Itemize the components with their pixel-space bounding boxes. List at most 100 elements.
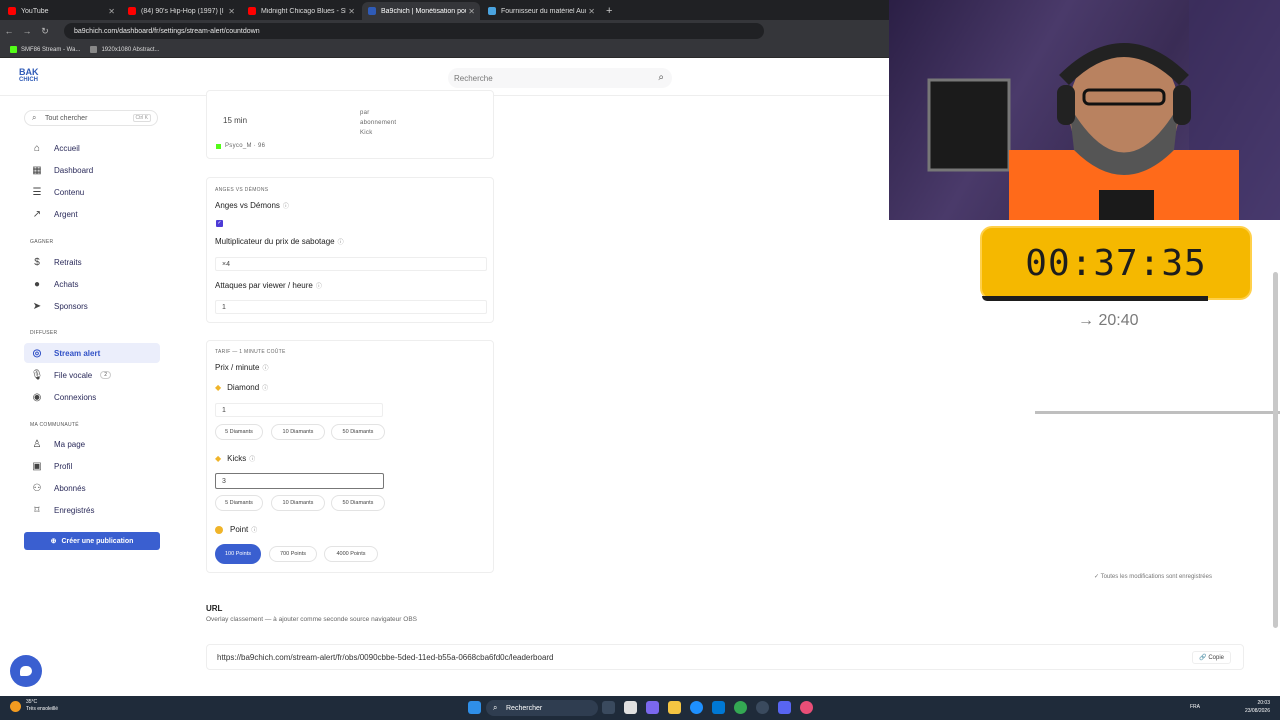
link-icon: 🔗	[1199, 654, 1209, 661]
close-icon[interactable]: ✕	[348, 7, 355, 16]
overlay-divider	[1035, 411, 1280, 414]
widgets-icon[interactable]	[624, 701, 637, 714]
taskbar-search[interactable]: ⌕ Rechercher	[486, 700, 598, 716]
browser-tab-blues[interactable]: Midnight Chicago Blues - Slow✕	[242, 2, 360, 20]
countdown-timer: 00:37:35	[980, 226, 1252, 300]
sidebar-item-profil[interactable]: ▣ Profil	[24, 456, 160, 476]
section-title: TARIF — 1 MINUTE COÛTE	[215, 349, 286, 355]
info-icon[interactable]: ⓘ	[283, 201, 289, 210]
shortcut-hint: Ctrl K	[132, 114, 151, 122]
anges-demons-card: ANGES VS DÉMONS Anges vs Démons ⓘ ✓ Multi…	[206, 177, 494, 323]
forward-icon[interactable]: →	[18, 26, 36, 36]
sidebar-item-sponsors[interactable]: ➤ Sponsors	[24, 296, 160, 316]
multiplier-input[interactable]: ×4	[215, 257, 487, 271]
browser-tab-hiphop[interactable]: (84) 90's Hip-Hop (1997) [I ✕	[122, 2, 240, 20]
sidebar-item-file-vocale[interactable]: 🎙 File vocale 2	[24, 365, 160, 385]
task-view-icon[interactable]	[602, 701, 615, 714]
webcam-overlay	[889, 0, 1280, 220]
url-field[interactable]: ba9chich.com/dashboard/fr/settings/strea…	[64, 23, 764, 39]
sidebar-item-argent[interactable]: ↗ Argent	[24, 204, 160, 224]
sidebar-item-ma-page[interactable]: ♙ Ma page	[24, 434, 160, 454]
close-icon[interactable]: ✕	[588, 7, 595, 16]
info-icon[interactable]: ⓘ	[251, 525, 257, 534]
youtube-icon	[8, 7, 16, 15]
point-chip-100[interactable]: 100 Points	[215, 544, 261, 564]
diamond-chip-50[interactable]: 50 Diamants	[331, 424, 385, 440]
overlay-url-field[interactable]: https://ba9chich.com/stream-alert/fr/obs…	[206, 644, 1244, 670]
sidebar-item-connexions[interactable]: ◉ Connexions	[24, 387, 160, 407]
language-indicator[interactable]: FRA	[1190, 704, 1200, 710]
edge-icon[interactable]	[690, 701, 703, 714]
sidebar-item-achats[interactable]: ● Achats	[24, 274, 160, 294]
sidebar-item-accueil[interactable]: ⌂ Accueil	[24, 138, 160, 158]
time-input[interactable]: 15 min	[217, 113, 357, 127]
close-icon[interactable]: ✕	[468, 7, 475, 16]
header-search-input[interactable]: Recherche ⌕	[448, 68, 672, 88]
page-scrollbar[interactable]	[1273, 272, 1278, 628]
reload-icon[interactable]: ↻	[36, 26, 54, 37]
kicks-icon: ◆	[215, 454, 222, 463]
sidebar-item-enregistres[interactable]: ⌑ Enregistrés	[24, 500, 160, 520]
bookmark-wallpaper[interactable]: 1920x1080 Abstract...	[90, 46, 160, 53]
diamond-input[interactable]: 1	[215, 403, 383, 417]
sidebar-item-retraits[interactable]: $ Retraits	[24, 252, 160, 272]
chat-button[interactable]	[10, 655, 42, 687]
kicks-chip-10[interactable]: 10 Diamants	[271, 495, 325, 511]
info-icon[interactable]: ⓘ	[316, 281, 322, 290]
info-icon[interactable]: ⓘ	[262, 363, 268, 372]
obs-icon[interactable]	[800, 701, 813, 714]
info-icon[interactable]: ⓘ	[262, 383, 268, 392]
user-tag: Psyco_M · 96	[216, 143, 265, 149]
app-icon[interactable]	[756, 701, 769, 714]
create-publication-button[interactable]: ⊕ Créer une publication	[24, 532, 160, 550]
search-icon: ⌕	[32, 113, 37, 122]
search-icon: ⌕	[493, 703, 498, 712]
windows-taskbar: 35°C Très ensoleillé ⌕ Rechercher FRA 20:0…	[0, 696, 1280, 720]
kicks-chip-50[interactable]: 50 Diamants	[331, 495, 385, 511]
sidebar-item-dashboard[interactable]: ▦ Dashboard	[24, 160, 160, 180]
ba9chich-logo[interactable]: BAK CHICH	[19, 68, 39, 84]
close-icon[interactable]: ✕	[228, 7, 235, 16]
bookmarks-bar: SMF86 Stream - Wa... 1920x1080 Abstract.…	[0, 42, 890, 58]
kicks-input[interactable]: 3	[215, 473, 384, 489]
sidebar-item-contenu[interactable]: ☰ Contenu	[24, 182, 160, 202]
copy-button[interactable]: 🔗 Copie	[1192, 650, 1231, 664]
clock[interactable]: 20:03 23/08/2026	[1245, 699, 1270, 715]
mail-icon[interactable]	[712, 701, 725, 714]
address-bar: ← → ↻ ba9chich.com/dashboard/fr/settings…	[0, 20, 890, 42]
browser-tab-youtube[interactable]: YouTube ✕	[2, 2, 120, 20]
discord-icon[interactable]	[778, 701, 791, 714]
teams-icon[interactable]	[646, 701, 659, 714]
anges-checkbox[interactable]: ✓	[216, 220, 223, 227]
countdown-progress	[982, 296, 1208, 301]
diamond-chip-10[interactable]: 10 Diamants	[271, 424, 325, 440]
close-icon[interactable]: ✕	[108, 7, 115, 16]
search-icon[interactable]: ⌕	[658, 72, 664, 83]
sidebar-item-abonnes[interactable]: ⚇ Abonnés	[24, 478, 160, 498]
chrome-icon[interactable]	[734, 701, 747, 714]
info-icon[interactable]: ⓘ	[249, 454, 255, 463]
attacks-label: Attaques par viewer / heure ⓘ	[215, 281, 322, 290]
back-icon[interactable]: ←	[0, 26, 18, 36]
browser-tab-audio[interactable]: Fournisseur du matériel Audio ✕	[482, 2, 600, 20]
cart-icon: ●	[33, 278, 41, 290]
sidebar-item-stream-alert[interactable]: ◎ Stream alert	[24, 343, 160, 363]
browser-tab-ba9chich[interactable]: Ba9chich | Monétisation pour le✕	[362, 2, 480, 20]
point-chip-700[interactable]: 700 Points	[269, 546, 317, 562]
attacks-input[interactable]: 1	[215, 300, 487, 314]
sidebar-search-input[interactable]: ⌕ Tout chercher Ctrl K	[24, 110, 158, 126]
kicks-chip-5[interactable]: 5 Diamants	[215, 495, 263, 511]
file-explorer-icon[interactable]	[668, 701, 681, 714]
info-icon[interactable]: ⓘ	[338, 237, 344, 246]
plus-circle-icon: ⊕	[50, 538, 57, 545]
new-tab-button[interactable]: +	[606, 5, 612, 17]
windows-start-icon[interactable]	[468, 701, 481, 714]
dollar-icon: $	[34, 256, 40, 268]
diamond-chip-5[interactable]: 5 Diamants	[215, 424, 263, 440]
bookmark-kick[interactable]: SMF86 Stream - Wa...	[10, 46, 80, 53]
home-icon: ⌂	[33, 142, 41, 154]
price-label: Prix / minute ⓘ	[215, 363, 269, 372]
profile-icon: ▣	[32, 460, 42, 472]
weather-widget[interactable]: 35°C Très ensoleillé	[10, 699, 58, 713]
point-chip-4000[interactable]: 4000 Points	[324, 546, 378, 562]
